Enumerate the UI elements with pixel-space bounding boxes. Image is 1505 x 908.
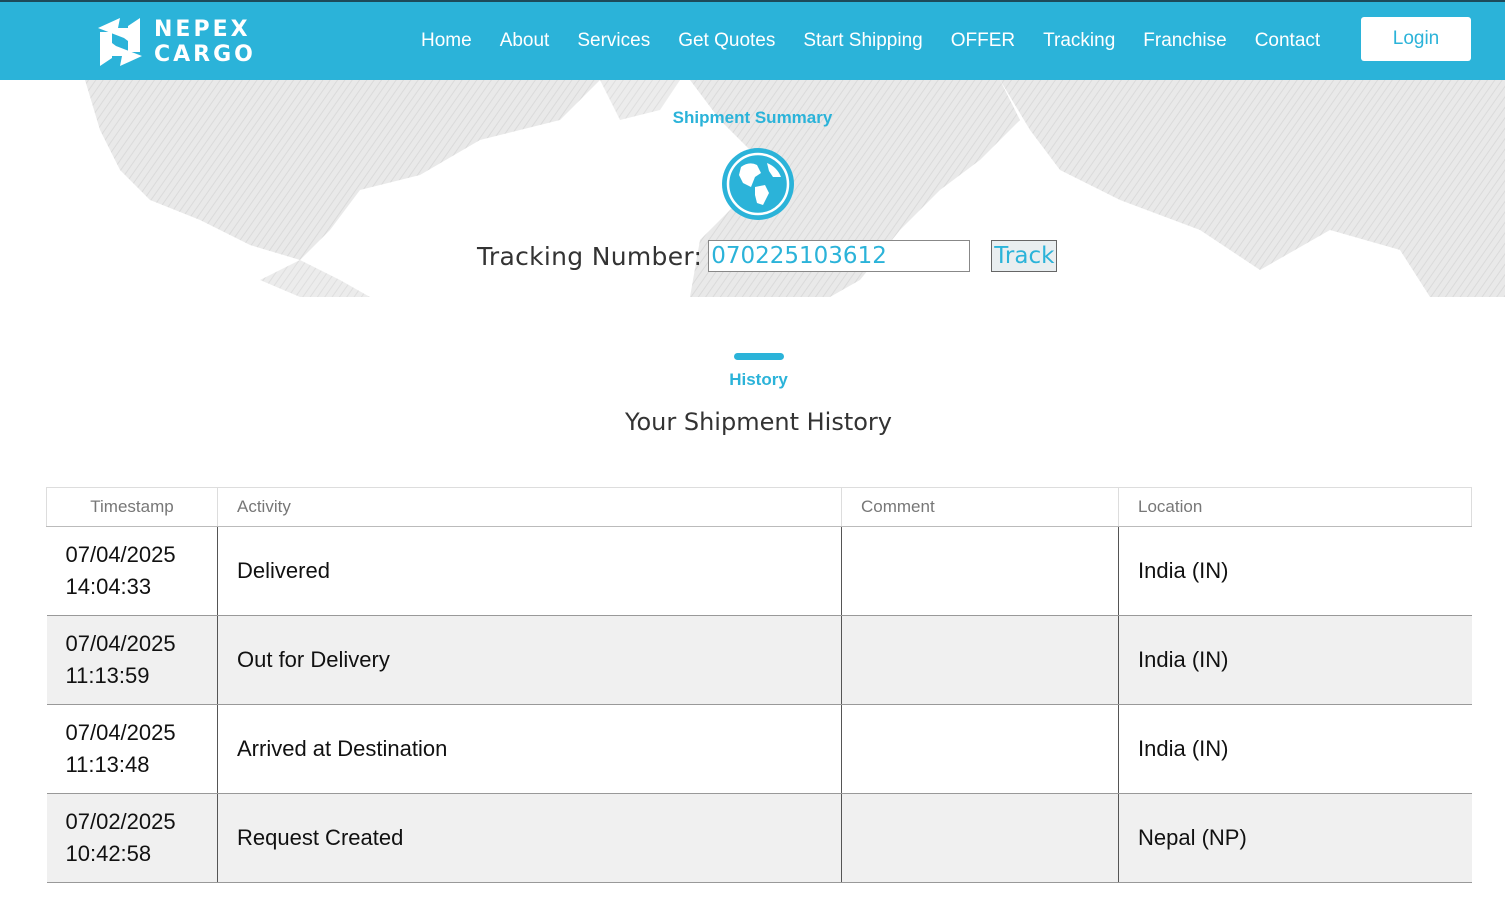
timestamp-time: 11:13:59 xyxy=(65,663,150,688)
timestamp-time: 11:13:48 xyxy=(65,752,150,777)
nav-services[interactable]: Services xyxy=(577,30,650,52)
location-cell: Nepal (NP) xyxy=(1118,793,1472,883)
table-row: 07/04/2025 11:13:59 Out for Delivery Ind… xyxy=(46,615,1472,705)
logo-arrow-icon xyxy=(98,18,142,66)
comment-cell xyxy=(841,526,1119,616)
nav-tracking[interactable]: Tracking xyxy=(1043,30,1115,52)
location-cell: India (IN) xyxy=(1118,526,1472,616)
timestamp-date: 07/04/2025 xyxy=(65,542,176,567)
table-row: 07/04/2025 11:13:48 Arrived at Destinati… xyxy=(46,704,1472,794)
timestamp-date: 07/02/2025 xyxy=(65,809,176,834)
shipment-history-table: Timestamp Activity Comment Location 07/0… xyxy=(46,487,1472,883)
tracking-form: Tracking Number: Track xyxy=(477,239,1058,273)
location-cell: India (IN) xyxy=(1118,704,1472,794)
nav-franchise[interactable]: Franchise xyxy=(1143,30,1226,52)
brand-line2: CARGO xyxy=(154,42,256,67)
activity-cell: Arrived at Destination xyxy=(217,704,842,794)
location-cell: India (IN) xyxy=(1118,615,1472,705)
tracking-hero: Shipment Summary Tracking Number: Track xyxy=(0,80,1505,297)
nav-links: Home About Services Get Quotes Start Shi… xyxy=(407,2,1334,80)
timestamp-cell: 07/02/2025 10:42:58 xyxy=(46,793,218,883)
brand-logo[interactable]: NEPEX CARGO xyxy=(92,14,262,72)
column-header-timestamp: Timestamp xyxy=(46,487,218,527)
login-button[interactable]: Login xyxy=(1361,17,1471,61)
column-header-activity: Activity xyxy=(217,487,842,527)
column-header-comment: Comment xyxy=(841,487,1119,527)
nav-contact[interactable]: Contact xyxy=(1255,30,1320,52)
activity-cell: Request Created xyxy=(217,793,842,883)
track-button[interactable]: Track xyxy=(991,240,1058,272)
timestamp-time: 14:04:33 xyxy=(65,574,152,599)
brand-line1: NEPEX xyxy=(154,17,251,42)
comment-cell xyxy=(841,793,1119,883)
table-row: 07/02/2025 10:42:58 Request Created Nepa… xyxy=(46,793,1472,883)
shipment-summary-label: Shipment Summary xyxy=(672,108,833,127)
timestamp-cell: 07/04/2025 11:13:48 xyxy=(46,704,218,794)
comment-cell xyxy=(841,615,1119,705)
history-label: History xyxy=(729,370,788,389)
history-subtitle: Your Shipment History xyxy=(625,408,892,436)
comment-cell xyxy=(841,704,1119,794)
nav-start-shipping[interactable]: Start Shipping xyxy=(803,30,922,52)
tracking-number-input[interactable] xyxy=(708,240,971,272)
top-navbar: NEPEX CARGO Home About Services Get Quot… xyxy=(0,0,1505,80)
timestamp-cell: 07/04/2025 14:04:33 xyxy=(46,526,218,616)
nav-get-quotes[interactable]: Get Quotes xyxy=(678,30,775,52)
table-header-row: Timestamp Activity Comment Location xyxy=(46,487,1472,527)
table-row: 07/04/2025 14:04:33 Delivered India (IN) xyxy=(46,526,1472,616)
history-accent-bar xyxy=(734,353,784,360)
timestamp-date: 07/04/2025 xyxy=(65,720,176,745)
brand-name: NEPEX CARGO xyxy=(154,17,256,67)
activity-cell: Out for Delivery xyxy=(217,615,842,705)
timestamp-cell: 07/04/2025 11:13:59 xyxy=(46,615,218,705)
timestamp-time: 10:42:58 xyxy=(65,841,152,866)
nav-home[interactable]: Home xyxy=(421,30,472,52)
nav-about[interactable]: About xyxy=(500,30,550,52)
activity-cell: Delivered xyxy=(217,526,842,616)
column-header-location: Location xyxy=(1118,487,1472,527)
globe-icon xyxy=(722,148,794,220)
timestamp-date: 07/04/2025 xyxy=(65,631,176,656)
nav-offer[interactable]: OFFER xyxy=(951,30,1015,52)
tracking-number-label: Tracking Number: xyxy=(477,241,703,271)
